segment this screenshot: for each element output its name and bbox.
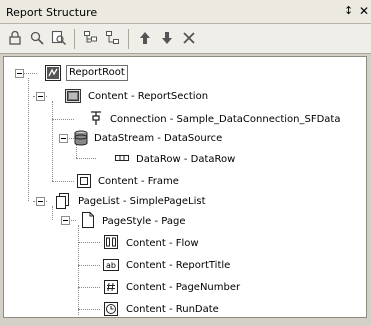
report-structure-tree: ReportRoot Content - ReportSection Conne…	[3, 56, 367, 318]
tree-node-flow[interactable]: Content - Flow	[126, 234, 199, 252]
collapse-toggle[interactable]	[36, 197, 45, 206]
move-down-icon	[162, 32, 172, 44]
pin-icon[interactable]: ↕	[344, 4, 353, 17]
svg-text:ab: ab	[106, 261, 116, 270]
collapse-toggle[interactable]	[36, 92, 45, 101]
move-up-button[interactable]	[134, 29, 156, 49]
report-section-icon	[65, 88, 81, 104]
panel-titlebar: Report Structure ↕ ✕	[0, 0, 371, 24]
run-date-icon	[103, 301, 119, 317]
tree-node-report-title[interactable]: Content - ReportTitle	[126, 256, 230, 274]
collapse-toggle[interactable]	[15, 69, 24, 78]
collapse-tree-icon	[106, 31, 119, 44]
tree-node-report-section[interactable]: Content - ReportSection	[88, 87, 208, 105]
move-down-button[interactable]	[156, 29, 178, 49]
tree-node-connection[interactable]: Connection - Sample_DataConnection_SFDat…	[110, 110, 340, 128]
connection-icon	[88, 110, 104, 126]
tree-node-frame[interactable]: Content - Frame	[98, 172, 179, 190]
toolbar	[0, 24, 371, 54]
panel-title: Report Structure	[6, 6, 98, 19]
tree-node-pagestyle[interactable]: PageStyle - Page	[102, 212, 186, 230]
tree-node-pagelist[interactable]: PageList - SimplePageList	[78, 192, 206, 210]
datastream-icon	[73, 130, 89, 146]
pagelist-icon	[56, 193, 72, 209]
zoom-button[interactable]	[26, 29, 48, 49]
delete-icon	[183, 32, 195, 44]
find-button[interactable]	[48, 29, 70, 49]
collapse-toggle[interactable]	[59, 134, 68, 143]
page-number-icon	[103, 279, 119, 295]
tree-node-datarow[interactable]: DataRow - DataRow	[136, 150, 235, 168]
find-icon	[51, 30, 67, 46]
expand-tree-icon	[84, 31, 97, 43]
datarow-icon	[114, 150, 130, 166]
frame-icon	[76, 173, 92, 189]
move-up-icon	[140, 32, 150, 44]
delete-button[interactable]	[178, 29, 200, 49]
close-icon[interactable]: ✕	[359, 4, 369, 18]
expand-tree-button[interactable]	[80, 29, 102, 49]
tree-node-datastream[interactable]: DataStream - DataSource	[94, 129, 222, 147]
collapse-tree-button[interactable]	[102, 29, 124, 49]
collapse-toggle[interactable]	[61, 216, 70, 225]
tree-node-run-date[interactable]: Content - RunDate	[126, 300, 219, 318]
tree-node-page-number[interactable]: Content - PageNumber	[126, 278, 240, 296]
report-root-icon	[45, 65, 61, 81]
text-field-icon: ab	[103, 257, 119, 273]
zoom-icon	[30, 31, 44, 45]
tree-node-report-root[interactable]: ReportRoot	[66, 64, 128, 82]
page-icon	[80, 212, 96, 228]
lock-button[interactable]	[4, 29, 26, 49]
lock-icon	[9, 30, 21, 45]
report-structure-panel: Report Structure ↕ ✕ ReportRoot Content …	[0, 0, 371, 326]
flow-icon	[103, 234, 119, 250]
